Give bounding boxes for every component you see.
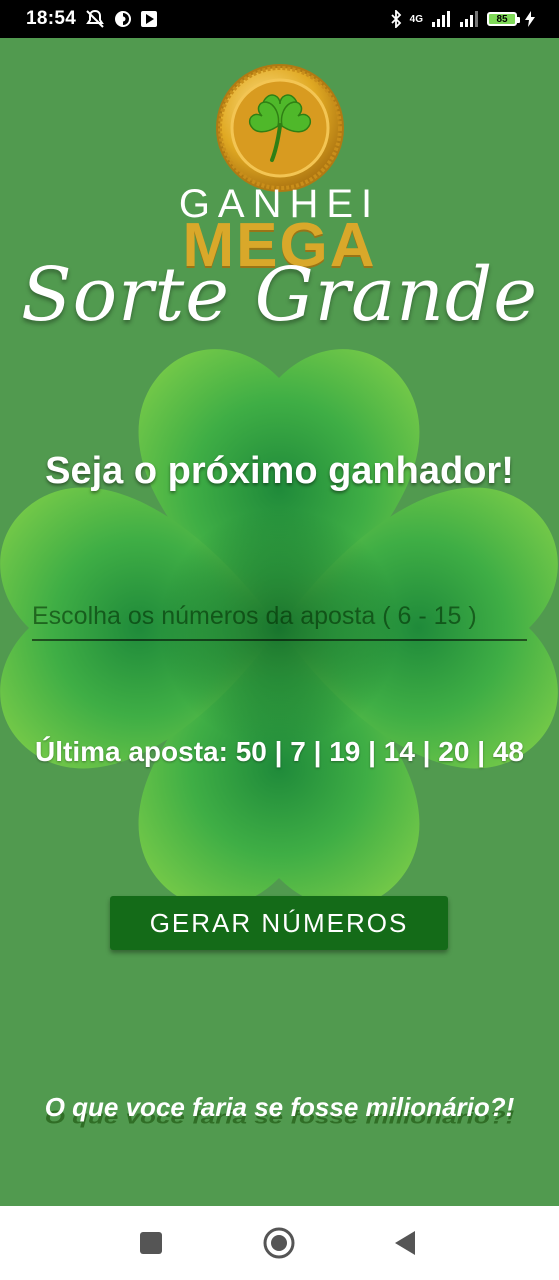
- charging-icon: [525, 11, 535, 27]
- last-bet-label: Última aposta:: [35, 736, 228, 767]
- notifications-off-icon: [84, 9, 106, 29]
- battery-level: 85: [496, 13, 508, 25]
- recent-apps-icon[interactable]: [139, 1231, 163, 1255]
- bet-input-container: [32, 600, 527, 641]
- network-type: 4G: [409, 13, 423, 25]
- play-store-icon: [140, 10, 158, 28]
- signal-icon: [431, 11, 451, 27]
- app-screen: GANHEI MEGA Sorte Grande Seja o próximo …: [0, 38, 559, 1206]
- logo-sorte-grande-text: Sorte Grande: [20, 252, 539, 338]
- signal-icon: [459, 11, 479, 27]
- home-icon[interactable]: [262, 1226, 296, 1260]
- last-bet-numbers: 50 | 7 | 19 | 14 | 20 | 48: [235, 736, 524, 767]
- question-text: O que voce faria se fosse milionário?!: [44, 1092, 515, 1122]
- battery-icon: 85: [487, 12, 520, 26]
- headline: Seja o próximo ganhador!: [45, 450, 514, 492]
- bluetooth-icon: [390, 10, 402, 28]
- last-bet-text: Última aposta: 50 | 7 | 19 | 14 | 20 | 4…: [30, 734, 529, 770]
- status-bar-left: 18:54: [26, 8, 158, 30]
- app-icon: [114, 10, 132, 28]
- status-bar: 18:54 4G 85: [0, 0, 559, 38]
- back-icon[interactable]: [393, 1230, 417, 1256]
- status-time: 18:54: [26, 8, 77, 29]
- status-bar-right: 4G 85: [390, 10, 535, 28]
- coin-logo-icon: [216, 64, 344, 192]
- bet-numbers-input[interactable]: [32, 600, 527, 639]
- generate-numbers-button[interactable]: GERAR NÚMEROS: [110, 896, 448, 950]
- navigation-bar: [0, 1206, 559, 1280]
